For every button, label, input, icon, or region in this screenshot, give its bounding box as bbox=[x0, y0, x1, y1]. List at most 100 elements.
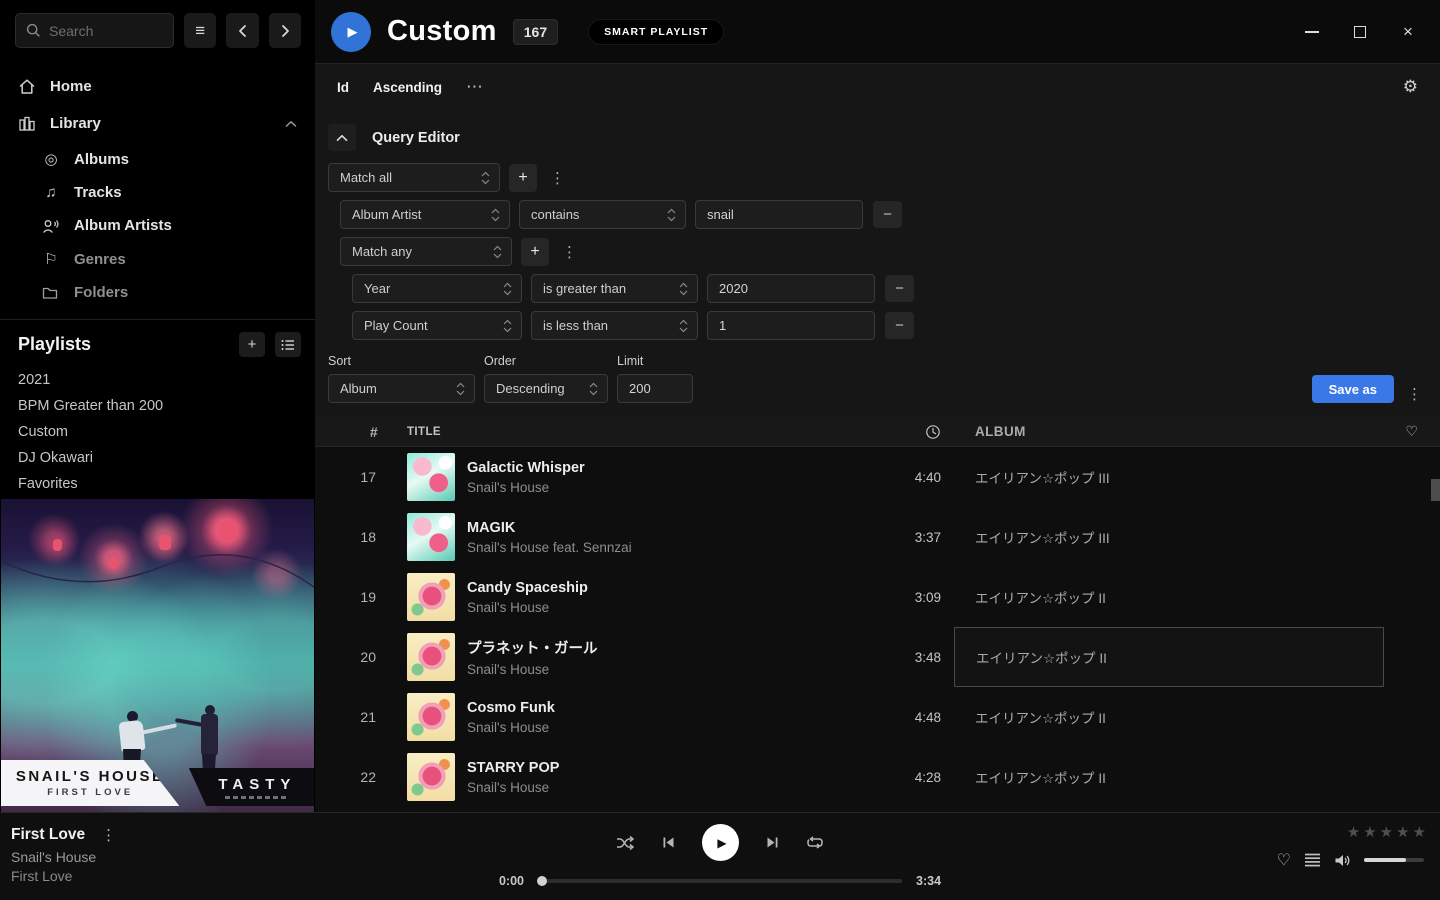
playlist-list-view-button[interactable] bbox=[275, 332, 301, 357]
remove-rule-button[interactable]: − bbox=[873, 201, 902, 228]
track-duration: 3:09 bbox=[884, 590, 954, 605]
save-as-button[interactable]: Save as bbox=[1312, 375, 1394, 403]
add-rule-button[interactable]: + bbox=[521, 238, 549, 266]
match-type-select[interactable]: Match any bbox=[340, 237, 512, 266]
repeat-button[interactable] bbox=[806, 835, 824, 851]
now-playing-artist[interactable]: Snail's House bbox=[11, 849, 300, 865]
add-rule-button[interactable]: + bbox=[509, 164, 537, 192]
rule-field-select[interactable]: Year bbox=[352, 274, 522, 303]
table-row[interactable]: 22 STARRY POP Snail's House 4:28 エイリアン☆ポ… bbox=[315, 747, 1440, 807]
remove-rule-button[interactable]: − bbox=[885, 275, 914, 302]
track-album[interactable]: エイリアン☆ポップ III bbox=[954, 447, 1384, 507]
sidebar-item-tracks[interactable]: ♫ Tracks bbox=[0, 176, 315, 209]
track-artist[interactable]: Snail's House bbox=[467, 480, 585, 495]
rule-value-input[interactable] bbox=[707, 274, 875, 303]
rule-operator-select[interactable]: contains bbox=[519, 200, 686, 229]
now-playing-album[interactable]: First Love bbox=[11, 868, 300, 884]
column-duration[interactable] bbox=[884, 424, 954, 440]
playlist-item[interactable]: Custom bbox=[18, 419, 301, 445]
limit-input[interactable] bbox=[617, 374, 693, 403]
rule-operator-select[interactable]: is less than bbox=[531, 311, 698, 340]
track-album-focused-cell[interactable]: エイリアン☆ポップ II bbox=[954, 627, 1384, 687]
search-box[interactable] bbox=[15, 13, 174, 48]
settings-button[interactable]: ⚙ bbox=[1403, 77, 1418, 97]
queue-button[interactable] bbox=[1304, 853, 1321, 867]
column-title[interactable]: TITLE bbox=[392, 426, 884, 438]
table-row[interactable]: 21 Cosmo Funk Snail's House 4:48 エイリアン☆ポ… bbox=[315, 687, 1440, 747]
seek-handle[interactable] bbox=[537, 876, 547, 886]
playlist-item[interactable]: 2021 bbox=[18, 367, 301, 393]
seek-bar[interactable] bbox=[538, 879, 902, 883]
track-artist[interactable]: Snail's House bbox=[467, 600, 588, 615]
match-type-select[interactable]: Match all bbox=[328, 163, 500, 192]
column-index[interactable]: # bbox=[315, 424, 392, 440]
rule-field-select[interactable]: Album Artist bbox=[340, 200, 510, 229]
track-artist[interactable]: Snail's House bbox=[467, 720, 555, 735]
star-icon[interactable]: ★ bbox=[1363, 823, 1376, 841]
sidebar-item-home[interactable]: Home bbox=[0, 68, 315, 105]
playlist-item[interactable]: BPM Greater than 200 bbox=[18, 393, 301, 419]
rule-field-select[interactable]: Play Count bbox=[352, 311, 522, 340]
now-playing-album-art[interactable]: SNAIL'S HOUSE FIRST LOVE TASTY bbox=[1, 499, 314, 812]
next-track-button[interactable] bbox=[765, 835, 780, 850]
rule-value-input[interactable] bbox=[695, 200, 863, 229]
now-playing-options-button[interactable]: ⋮ bbox=[97, 826, 120, 844]
play-playlist-button[interactable]: ▶ bbox=[331, 12, 371, 52]
menu-button[interactable]: ≡ bbox=[184, 13, 216, 48]
close-button[interactable]: × bbox=[1398, 22, 1418, 42]
volume-slider[interactable] bbox=[1364, 858, 1424, 862]
star-icon[interactable]: ★ bbox=[1380, 823, 1393, 841]
sidebar-item-genres[interactable]: ⚐ Genres bbox=[0, 242, 315, 276]
track-artist[interactable]: Snail's House bbox=[467, 662, 598, 677]
track-album[interactable]: エイリアン☆ポップ II bbox=[954, 687, 1384, 747]
star-icon[interactable]: ★ bbox=[1413, 823, 1426, 841]
star-icon[interactable]: ★ bbox=[1347, 823, 1360, 841]
track-artist[interactable]: Snail's House feat. Sennzai bbox=[467, 540, 632, 555]
order-select[interactable]: Descending bbox=[484, 374, 608, 403]
shuffle-button[interactable] bbox=[616, 835, 635, 851]
sidebar-item-album-artists[interactable]: Album Artists bbox=[0, 209, 315, 242]
scrollbar-thumb[interactable] bbox=[1431, 479, 1440, 501]
rule-value-input[interactable] bbox=[707, 311, 875, 340]
sidebar-item-albums[interactable]: ◎ Albums bbox=[0, 142, 315, 176]
playlist-item[interactable]: DJ Okawari bbox=[18, 445, 301, 471]
more-options-button[interactable]: ⋯ bbox=[466, 77, 485, 97]
minimize-button[interactable] bbox=[1302, 22, 1322, 42]
previous-track-button[interactable] bbox=[661, 835, 676, 850]
table-row[interactable]: 19 Candy Spaceship Snail's House 3:09 エイ… bbox=[315, 567, 1440, 627]
column-favorite[interactable]: ♡ bbox=[1384, 423, 1440, 440]
volume-button[interactable] bbox=[1334, 853, 1351, 868]
collapse-query-editor-button[interactable] bbox=[328, 124, 356, 151]
sidebar-item-folders[interactable]: Folders bbox=[0, 276, 315, 309]
favorite-button[interactable]: ♡ bbox=[1277, 850, 1291, 870]
search-input[interactable] bbox=[49, 23, 159, 39]
rule-operator-select[interactable]: is greater than bbox=[531, 274, 698, 303]
query-options-button[interactable]: ⋮ bbox=[1403, 385, 1426, 403]
group-options-button[interactable]: ⋮ bbox=[558, 243, 581, 261]
star-icon[interactable]: ★ bbox=[1396, 823, 1409, 841]
sidebar-item-library[interactable]: Library bbox=[0, 105, 315, 142]
table-row[interactable]: 17 Galactic Whisper Snail's House 4:40 エ… bbox=[315, 447, 1440, 507]
nav-back-button[interactable] bbox=[226, 13, 258, 48]
play-pause-button[interactable]: ▶ bbox=[702, 824, 739, 861]
track-album[interactable]: エイリアン☆ポップ II bbox=[954, 747, 1384, 807]
remove-rule-button[interactable]: − bbox=[885, 312, 914, 339]
playlist-item[interactable]: Favorites bbox=[18, 471, 301, 497]
track-artist[interactable]: Snail's House bbox=[467, 780, 559, 795]
select-value: Descending bbox=[496, 381, 565, 396]
table-row[interactable]: 18 MAGIK Snail's House feat. Sennzai 3:3… bbox=[315, 507, 1440, 567]
sort-field-button[interactable]: Id bbox=[337, 80, 349, 95]
nav-forward-button[interactable] bbox=[269, 13, 301, 48]
add-playlist-button[interactable]: + bbox=[239, 332, 265, 357]
now-playing-title[interactable]: First Love bbox=[11, 826, 85, 844]
track-album[interactable]: エイリアン☆ポップ II bbox=[954, 567, 1384, 627]
track-title: MAGIK bbox=[467, 520, 632, 536]
sort-select[interactable]: Album bbox=[328, 374, 475, 403]
track-duration: 4:28 bbox=[884, 770, 954, 785]
sort-order-button[interactable]: Ascending bbox=[373, 80, 442, 95]
track-album[interactable]: エイリアン☆ポップ III bbox=[954, 507, 1384, 567]
maximize-button[interactable] bbox=[1350, 22, 1370, 42]
column-album[interactable]: ALBUM bbox=[954, 417, 1384, 446]
group-options-button[interactable]: ⋮ bbox=[546, 169, 569, 187]
table-row[interactable]: 20 プラネット・ガール Snail's House 3:48 エイリアン☆ポッ… bbox=[315, 627, 1440, 687]
